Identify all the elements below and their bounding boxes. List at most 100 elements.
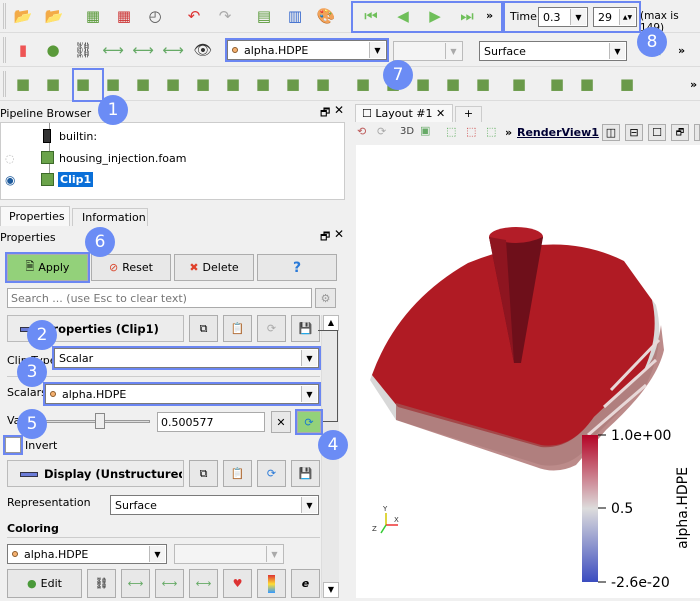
view-name[interactable]: RenderView1: [517, 126, 599, 139]
copy-icon[interactable]: ⧉: [189, 460, 218, 487]
calculator-icon[interactable]: ■: [12, 73, 34, 95]
split-vertical-icon[interactable]: ⊟: [625, 124, 643, 141]
invert-colormap-icon[interactable]: ⛓: [72, 39, 94, 61]
camera-add-icon[interactable]: ■: [576, 73, 598, 95]
reset-button[interactable]: ⊘ Reset: [91, 254, 171, 281]
reset-using-current-data-icon[interactable]: ⟳: [295, 409, 323, 435]
render-view[interactable]: Y Z X 1.0e+00 0.5 -2.6e-20 alpha.HDPE: [356, 145, 700, 598]
toggle-3d-button[interactable]: 3D: [400, 126, 414, 137]
pipeline-item-builtin[interactable]: builtin:: [59, 130, 97, 143]
camera-selection-icon[interactable]: ▥: [284, 5, 306, 27]
edit-legend-icon[interactable]: e: [291, 569, 320, 598]
threshold-icon[interactable]: ■: [132, 73, 154, 95]
tab-layout-1[interactable]: ☐ Layout #1 ✕: [355, 104, 453, 122]
extract-subset-icon[interactable]: ■: [162, 73, 184, 95]
toolbar-more-button[interactable]: »: [690, 78, 697, 91]
undock-icon[interactable]: 🗗: [671, 124, 689, 141]
toolbar-grip[interactable]: [3, 37, 6, 63]
rescale-custom-icon[interactable]: ⟷: [155, 569, 184, 598]
split-horizontal-icon[interactable]: ◫: [602, 124, 620, 141]
rescale-visible-icon[interactable]: 👁: [192, 39, 214, 61]
rescale-temporal-icon[interactable]: ⟷: [162, 39, 184, 61]
representation-select[interactable]: Surface ▼: [479, 41, 627, 61]
eye-visible-icon[interactable]: ◉: [5, 173, 15, 187]
group-icon[interactable]: ■: [282, 73, 304, 95]
redo-icon[interactable]: ↷: [214, 5, 236, 27]
favorites-icon[interactable]: ♥: [223, 569, 252, 598]
connect-icon[interactable]: ▦: [82, 5, 104, 27]
warp-icon[interactable]: ■: [252, 73, 274, 95]
palette-icon[interactable]: 🎨: [315, 5, 337, 27]
camera-wrench-icon[interactable]: ■: [546, 73, 568, 95]
contour-icon[interactable]: ■: [42, 73, 64, 95]
search-input[interactable]: [7, 288, 312, 308]
rescale-range-icon[interactable]: ⟷: [121, 569, 150, 598]
slice-icon[interactable]: ■: [102, 73, 124, 95]
close-view-icon[interactable]: [694, 124, 700, 141]
maximize-icon[interactable]: ☐: [648, 124, 666, 141]
capture-screenshot-icon[interactable]: ▣: [420, 124, 430, 137]
edit-colormap-icon[interactable]: ●: [42, 39, 64, 61]
paste-icon[interactable]: 📋: [223, 460, 252, 487]
plot-time-icon[interactable]: ■: [442, 73, 464, 95]
coloring-component-select[interactable]: ▼: [174, 544, 284, 564]
gear-icon[interactable]: ⚙: [315, 288, 336, 308]
scroll-down-icon[interactable]: ▼: [323, 582, 339, 598]
camera-undo-icon[interactable]: ⟲: [357, 125, 366, 138]
save-icon[interactable]: 💾: [291, 315, 320, 342]
refresh-icon[interactable]: ⟳: [257, 315, 286, 342]
undock-icon[interactable]: 🗗: [320, 228, 330, 247]
selection-display-icon[interactable]: ■: [352, 73, 374, 95]
view-more-button[interactable]: »: [505, 126, 512, 139]
glyph-icon[interactable]: ■: [192, 73, 214, 95]
scalars-select[interactable]: alpha.HDPE ▼: [43, 382, 321, 406]
help-button[interactable]: ?: [257, 254, 337, 281]
undo-icon[interactable]: ↶: [183, 5, 205, 27]
rescale-temporal-icon[interactable]: ⟷: [189, 569, 218, 598]
array-select[interactable]: alpha.HDPE ▼: [225, 38, 389, 62]
scroll-up-icon[interactable]: ▲: [323, 315, 339, 331]
ruler-icon[interactable]: ■: [508, 73, 530, 95]
copy-icon[interactable]: ⧉: [189, 315, 218, 342]
axes-orientation-icon[interactable]: ■: [616, 73, 638, 95]
open-folder-icon[interactable]: 📂: [12, 5, 34, 27]
find-data-icon[interactable]: ■: [472, 73, 494, 95]
stream-tracer-icon[interactable]: ■: [222, 73, 244, 95]
tab-properties[interactable]: Properties: [0, 206, 70, 226]
clip-type-select[interactable]: Scalar ▼: [52, 346, 321, 370]
save-icon[interactable]: 💾: [291, 460, 320, 487]
save-state-icon[interactable]: ▤: [253, 5, 275, 27]
value-input[interactable]: [157, 412, 265, 432]
load-state-icon[interactable]: 📂: [43, 5, 65, 27]
play-icon[interactable]: ▶: [424, 5, 446, 27]
rescale-range-icon[interactable]: ⟷: [102, 39, 124, 61]
value-slider-thumb[interactable]: [95, 413, 105, 429]
select-cells-icon[interactable]: ⬚: [446, 125, 456, 138]
undock-icon[interactable]: 🗗: [320, 104, 330, 123]
toolbar-grip[interactable]: [3, 3, 6, 29]
toolbar-grip[interactable]: [3, 71, 6, 97]
tab-information[interactable]: Information: [72, 208, 148, 226]
delete-button[interactable]: ✖ Delete: [174, 254, 254, 281]
rescale-custom-icon[interactable]: ⟷: [132, 39, 154, 61]
display-section-header[interactable]: Display (UnstructuredGi: [7, 460, 184, 487]
pipeline-item-clip1[interactable]: Clip1: [56, 171, 95, 188]
close-icon[interactable]: ✕: [334, 227, 344, 241]
color-legend-icon[interactable]: [257, 569, 286, 598]
edit-colormap-button[interactable]: ● Edit: [7, 569, 82, 598]
plot-selection-icon[interactable]: ■: [412, 73, 434, 95]
paste-icon[interactable]: 📋: [223, 315, 252, 342]
close-icon[interactable]: ✕: [334, 103, 344, 117]
camera-redo-icon[interactable]: ⟳: [377, 125, 386, 138]
select-points-icon[interactable]: ⬚: [466, 125, 476, 138]
pipeline-item-housing[interactable]: housing_injection.foam: [59, 152, 186, 165]
select-block-icon[interactable]: ⬚: [486, 125, 496, 138]
vcr-more-button[interactable]: »: [486, 9, 493, 22]
disconnect-icon[interactable]: ▦: [113, 5, 135, 27]
add-layout-tab[interactable]: +: [455, 106, 482, 122]
refresh-icon[interactable]: ⟳: [257, 460, 286, 487]
frame-spinbox[interactable]: 29 ▲▼: [593, 7, 637, 27]
invert-colormap-icon[interactable]: ⛓: [87, 569, 116, 598]
coloring-array-select[interactable]: alpha.HDPE ▼: [7, 544, 167, 564]
display-representation-select[interactable]: Surface ▼: [110, 495, 319, 515]
